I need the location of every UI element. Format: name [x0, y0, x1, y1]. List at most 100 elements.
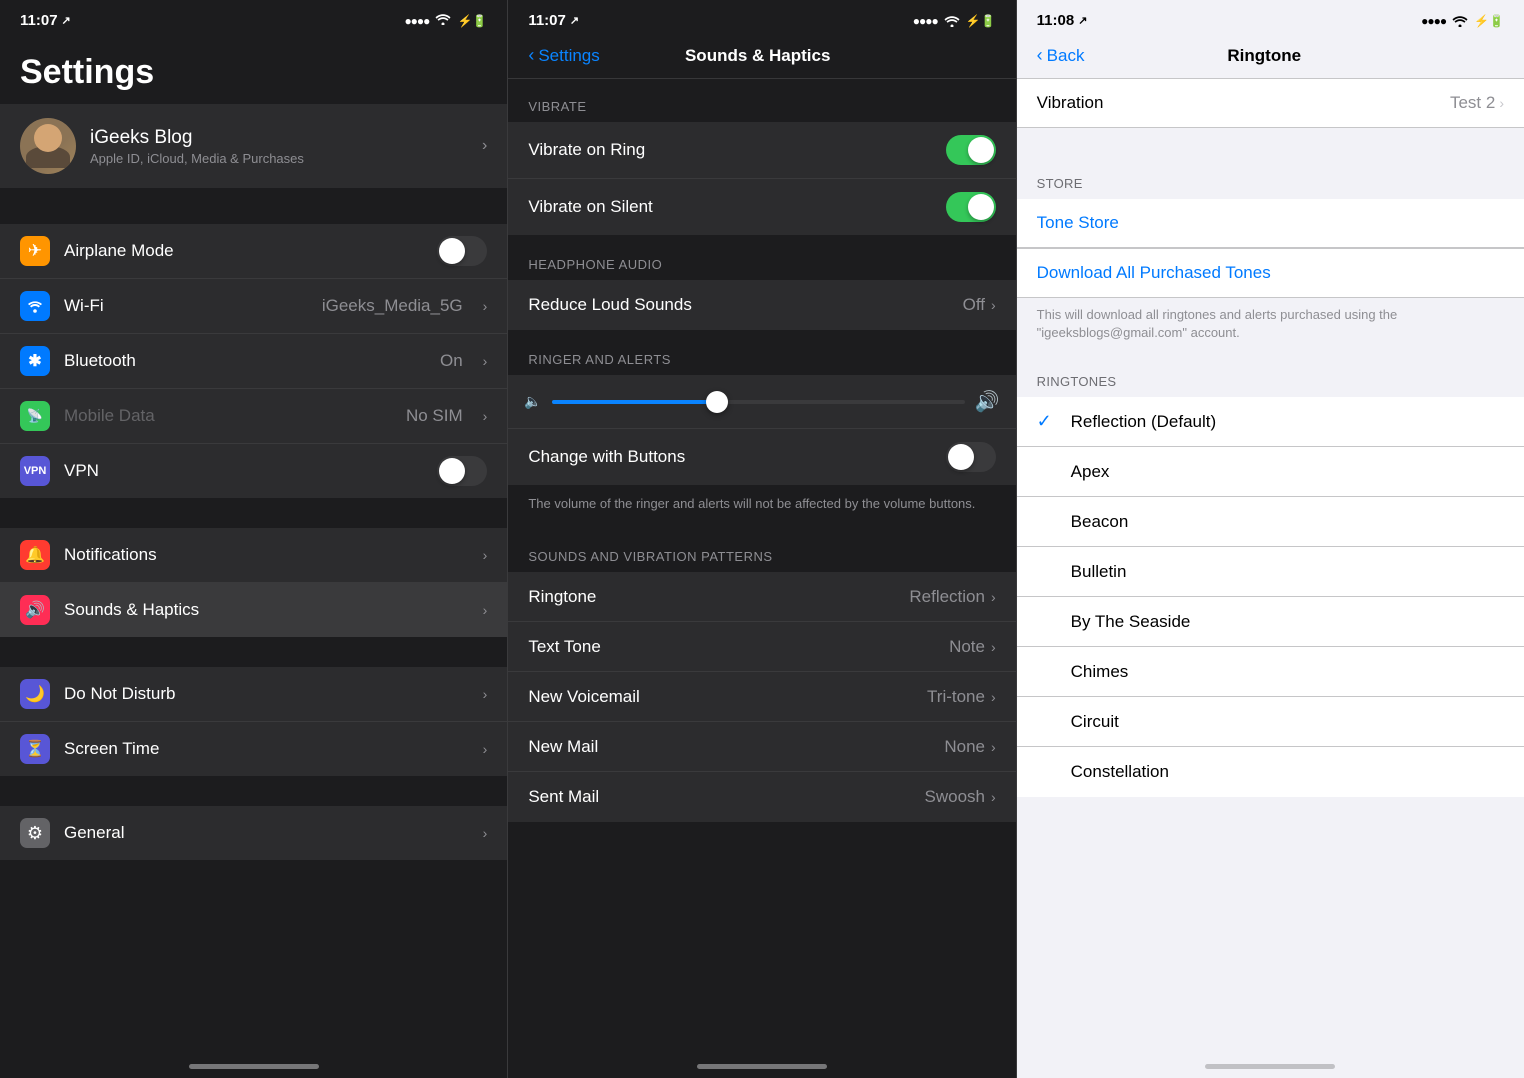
- vibrate-on-silent-label: Vibrate on Silent: [528, 197, 945, 217]
- text-tone-item[interactable]: Text Tone Note ›: [508, 622, 1015, 672]
- reduce-loud-sounds-chevron: ›: [991, 297, 996, 313]
- reduce-loud-sounds-item[interactable]: Reduce Loud Sounds Off ›: [508, 280, 1015, 330]
- time-1: 11:07: [20, 12, 58, 29]
- vibration-row[interactable]: Vibration Test 2 ›: [1017, 79, 1524, 128]
- change-with-buttons-label: Change with Buttons: [528, 447, 945, 467]
- home-indicator-1: [0, 1058, 507, 1078]
- profile-info: iGeeks Blog Apple ID, iCloud, Media & Pu…: [90, 127, 468, 166]
- ringer-alerts-section-header: RINGER AND ALERTS: [508, 332, 1015, 375]
- sent-mail-value: Swoosh: [925, 787, 985, 807]
- ringtone-constellation-label: Constellation: [1071, 762, 1504, 782]
- vibrate-section: Vibrate on Ring Vibrate on Silent: [508, 122, 1015, 235]
- bluetooth-item[interactable]: ✱ Bluetooth On ›: [0, 334, 507, 389]
- wifi-icon-1: [435, 12, 451, 29]
- back-label-3: Back: [1047, 46, 1085, 66]
- new-mail-chevron: ›: [991, 739, 996, 755]
- sounds-patterns-header: SOUNDS AND VIBRATION PATTERNS: [508, 529, 1015, 572]
- ringtone-item[interactable]: Ringtone Reflection ›: [508, 572, 1015, 622]
- download-all-item[interactable]: Download All Purchased Tones: [1017, 248, 1524, 298]
- notifications-icon: 🔔: [20, 540, 50, 570]
- ringtone-value: Reflection: [909, 587, 985, 607]
- text-tone-label: Text Tone: [528, 637, 949, 657]
- ringtone-bulletin-item[interactable]: Bulletin: [1017, 547, 1524, 597]
- volume-slider-thumb[interactable]: [706, 391, 728, 413]
- airplane-mode-item[interactable]: ✈ Airplane Mode: [0, 224, 507, 279]
- do-not-disturb-item[interactable]: 🌙 Do Not Disturb ›: [0, 667, 507, 722]
- ringtone-circuit-item[interactable]: Circuit: [1017, 697, 1524, 747]
- sounds-nav-bar: ‹ Settings Sounds & Haptics: [508, 37, 1015, 79]
- change-with-buttons-toggle[interactable]: [946, 442, 996, 472]
- volume-slider-track[interactable]: [552, 400, 965, 404]
- notifications-section: 🔔 Notifications › 🔊 Sounds & Haptics ›: [0, 528, 507, 637]
- profile-row[interactable]: iGeeks Blog Apple ID, iCloud, Media & Pu…: [0, 104, 507, 188]
- ringtone-reflection-item[interactable]: ✓ Reflection (Default): [1017, 397, 1524, 447]
- new-mail-item[interactable]: New Mail None ›: [508, 722, 1015, 772]
- home-bar-1: [189, 1064, 319, 1069]
- vibrate-on-silent-item[interactable]: Vibrate on Silent: [508, 179, 1015, 235]
- ringtone-beacon-item[interactable]: Beacon: [1017, 497, 1524, 547]
- time-3: 11:08: [1037, 12, 1075, 29]
- ringtone-chevron: ›: [991, 589, 996, 605]
- ringtone-label: Ringtone: [528, 587, 909, 607]
- volume-high-icon: 🔊: [975, 389, 1000, 414]
- store-section: Tone Store Download All Purchased Tones: [1017, 199, 1524, 298]
- change-with-buttons-item[interactable]: Change with Buttons: [508, 429, 1015, 485]
- mobile-data-item[interactable]: 📡 Mobile Data No SIM ›: [0, 389, 507, 444]
- vibrate-on-ring-item[interactable]: Vibrate on Ring: [508, 122, 1015, 179]
- ringtone-constellation-item[interactable]: Constellation: [1017, 747, 1524, 797]
- location-icon-3: ↗: [1078, 14, 1087, 27]
- sounds-haptics-item[interactable]: 🔊 Sounds & Haptics ›: [0, 583, 507, 637]
- ringtone-scroll[interactable]: Vibration Test 2 › STORE Tone Store Down…: [1017, 79, 1524, 1058]
- settings-title: Settings: [0, 37, 507, 104]
- vibrate-on-silent-toggle[interactable]: [946, 192, 996, 222]
- home-bar-3: [1205, 1064, 1335, 1069]
- do-not-disturb-chevron: ›: [483, 686, 488, 702]
- new-mail-label: New Mail: [528, 737, 944, 757]
- screen-time-item[interactable]: ⏳ Screen Time ›: [0, 722, 507, 776]
- signal-icon-2: ●●●●: [913, 14, 938, 28]
- avatar-head: [34, 124, 62, 152]
- headphone-section-header: HEADPHONE AUDIO: [508, 237, 1015, 280]
- change-with-buttons-note: The volume of the ringer and alerts will…: [508, 487, 1015, 529]
- ringtone-by-the-seaside-label: By The Seaside: [1071, 612, 1504, 632]
- notifications-item[interactable]: 🔔 Notifications ›: [0, 528, 507, 583]
- wifi-value: iGeeks_Media_5G: [322, 296, 463, 316]
- home-indicator-2: [508, 1058, 1015, 1078]
- ringtone-chimes-label: Chimes: [1071, 662, 1504, 682]
- vibrate-section-header: VIBRATE: [508, 79, 1015, 122]
- ringtone-beacon-label: Beacon: [1071, 512, 1504, 532]
- tone-store-item[interactable]: Tone Store: [1017, 199, 1524, 248]
- download-all-label: Download All Purchased Tones: [1037, 263, 1271, 283]
- vibrate-on-ring-label: Vibrate on Ring: [528, 140, 945, 160]
- ringtone-by-the-seaside-item[interactable]: By The Seaside: [1017, 597, 1524, 647]
- vibration-value: Test 2 ›: [1450, 93, 1504, 113]
- new-voicemail-value: Tri-tone: [927, 687, 985, 707]
- notifications-label: Notifications: [64, 545, 463, 565]
- sounds-scroll[interactable]: VIBRATE Vibrate on Ring Vibrate on Silen…: [508, 79, 1015, 1058]
- sounds-haptics-chevron: ›: [483, 602, 488, 618]
- mobile-data-chevron: ›: [483, 408, 488, 424]
- sounds-haptics-label: Sounds & Haptics: [64, 600, 463, 620]
- volume-slider-row[interactable]: 🔈 🔊: [508, 375, 1015, 429]
- vpn-item[interactable]: VPN VPN: [0, 444, 507, 498]
- wifi-item[interactable]: Wi-Fi iGeeks_Media_5G ›: [0, 279, 507, 334]
- vibrate-on-ring-toggle[interactable]: [946, 135, 996, 165]
- airplane-mode-label: Airplane Mode: [64, 241, 423, 261]
- status-right-3: ●●●● ⚡🔋: [1421, 14, 1504, 28]
- bluetooth-icon: ✱: [20, 346, 50, 376]
- sent-mail-item[interactable]: Sent Mail Swoosh ›: [508, 772, 1015, 822]
- location-icon-2: ↗: [570, 14, 579, 27]
- ringtone-chimes-item[interactable]: Chimes: [1017, 647, 1524, 697]
- settings-scroll[interactable]: Settings iGeeks Blog Apple ID, iCloud, M…: [0, 37, 507, 1058]
- airplane-mode-icon: ✈: [20, 236, 50, 266]
- new-voicemail-item[interactable]: New Voicemail Tri-tone ›: [508, 672, 1015, 722]
- store-section-header: STORE: [1017, 156, 1524, 199]
- settings-panel: 11:07 ↗ ●●●● ⚡🔋 Settings: [0, 0, 508, 1078]
- vpn-toggle[interactable]: [437, 456, 487, 486]
- profile-name: iGeeks Blog: [90, 127, 468, 149]
- sounds-back-button[interactable]: ‹ Back: [1037, 45, 1085, 66]
- general-item[interactable]: ⚙ General ›: [0, 806, 507, 860]
- ringtone-apex-item[interactable]: Apex: [1017, 447, 1524, 497]
- settings-back-button[interactable]: ‹ Settings: [528, 45, 599, 66]
- airplane-mode-toggle[interactable]: [437, 236, 487, 266]
